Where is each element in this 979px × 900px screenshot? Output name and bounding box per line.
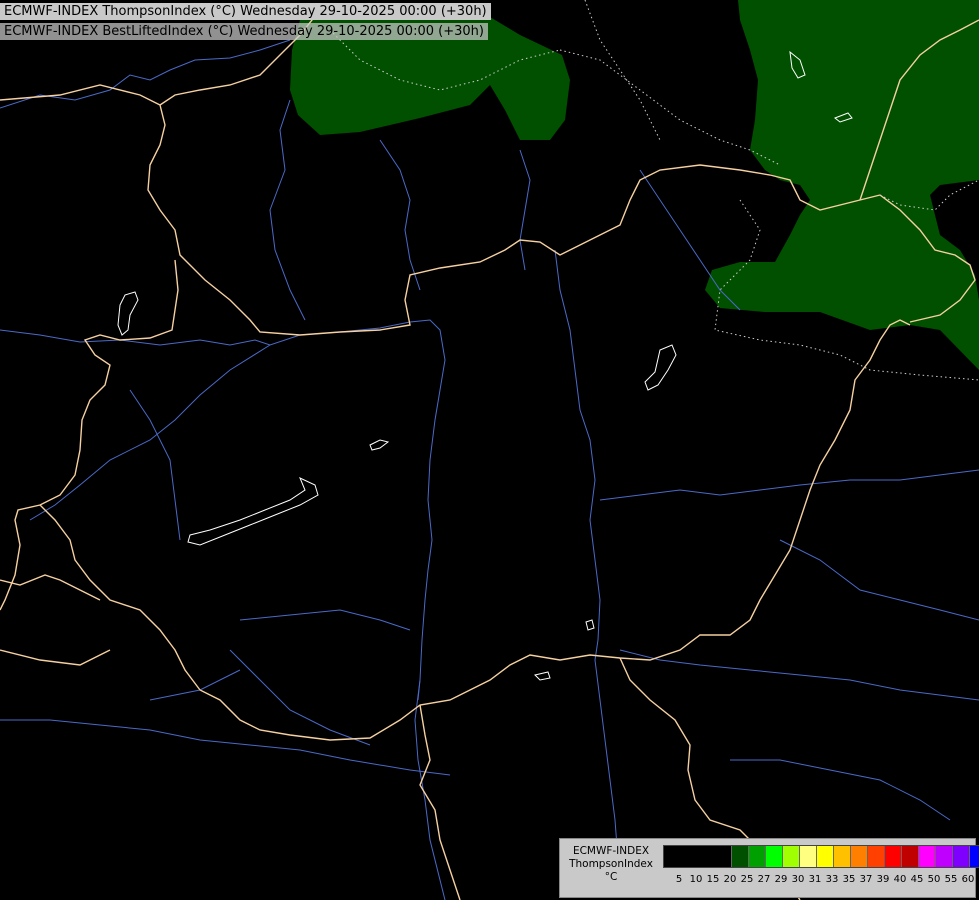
legend-swatch <box>851 846 868 867</box>
map-title-thompson-index: ECMWF-INDEX ThompsonIndex (°C) Wednesday… <box>0 3 491 20</box>
legend-tick-label: 30 <box>791 874 805 885</box>
legend-tick-label: 31 <box>808 874 822 885</box>
legend-swatch <box>817 846 834 867</box>
legend-ticks: 5 10 15 20 25 27 29 30 31 33 35 37 39 40 45 50 55 60 <box>663 874 975 888</box>
legend-swatch <box>970 846 979 867</box>
legend-swatch <box>868 846 885 867</box>
legend-swatch <box>902 846 919 867</box>
legend-tick-label: 5 <box>675 874 683 885</box>
legend-swatch <box>783 846 800 867</box>
legend-tick-label: 45 <box>910 874 924 885</box>
legend-swatches <box>663 845 979 868</box>
legend-tick-label: 50 <box>927 874 941 885</box>
legend-swatch <box>664 846 732 867</box>
legend-tick-label: 60 <box>961 874 975 885</box>
legend-tick-label: 25 <box>740 874 754 885</box>
legend-label: ECMWF-INDEX ThompsonIndex °C <box>562 845 660 884</box>
weather-map <box>0 0 979 900</box>
legend-swatch <box>749 846 766 867</box>
legend-tick-label: 37 <box>859 874 873 885</box>
legend-swatch <box>732 846 749 867</box>
legend-tick-label: 35 <box>842 874 856 885</box>
legend-swatch <box>936 846 953 867</box>
legend-swatch <box>834 846 851 867</box>
legend-tick-label: 33 <box>825 874 839 885</box>
legend-parameter: ThompsonIndex <box>569 858 653 870</box>
legend-tick-label: 10 <box>689 874 703 885</box>
legend-tick-label: 29 <box>774 874 788 885</box>
map-title-best-lifted-index: ECMWF-INDEX BestLiftedIndex (°C) Wednesd… <box>0 23 488 40</box>
legend-tick-label: 27 <box>757 874 771 885</box>
color-legend: ECMWF-INDEX ThompsonIndex °C 5 10 15 20 25 27… <box>559 838 979 898</box>
legend-tick-label: 15 <box>706 874 720 885</box>
legend-unit: °C <box>604 871 618 883</box>
legend-swatch <box>885 846 902 867</box>
legend-swatch <box>800 846 817 867</box>
legend-tick-label: 40 <box>893 874 907 885</box>
legend-model: ECMWF-INDEX <box>572 845 650 857</box>
legend-swatch <box>766 846 783 867</box>
legend-swatch <box>953 846 970 867</box>
legend-tick-label: 39 <box>876 874 890 885</box>
legend-tick-label: 20 <box>723 874 737 885</box>
legend-tick-label: 55 <box>944 874 958 885</box>
legend-swatch <box>919 846 936 867</box>
